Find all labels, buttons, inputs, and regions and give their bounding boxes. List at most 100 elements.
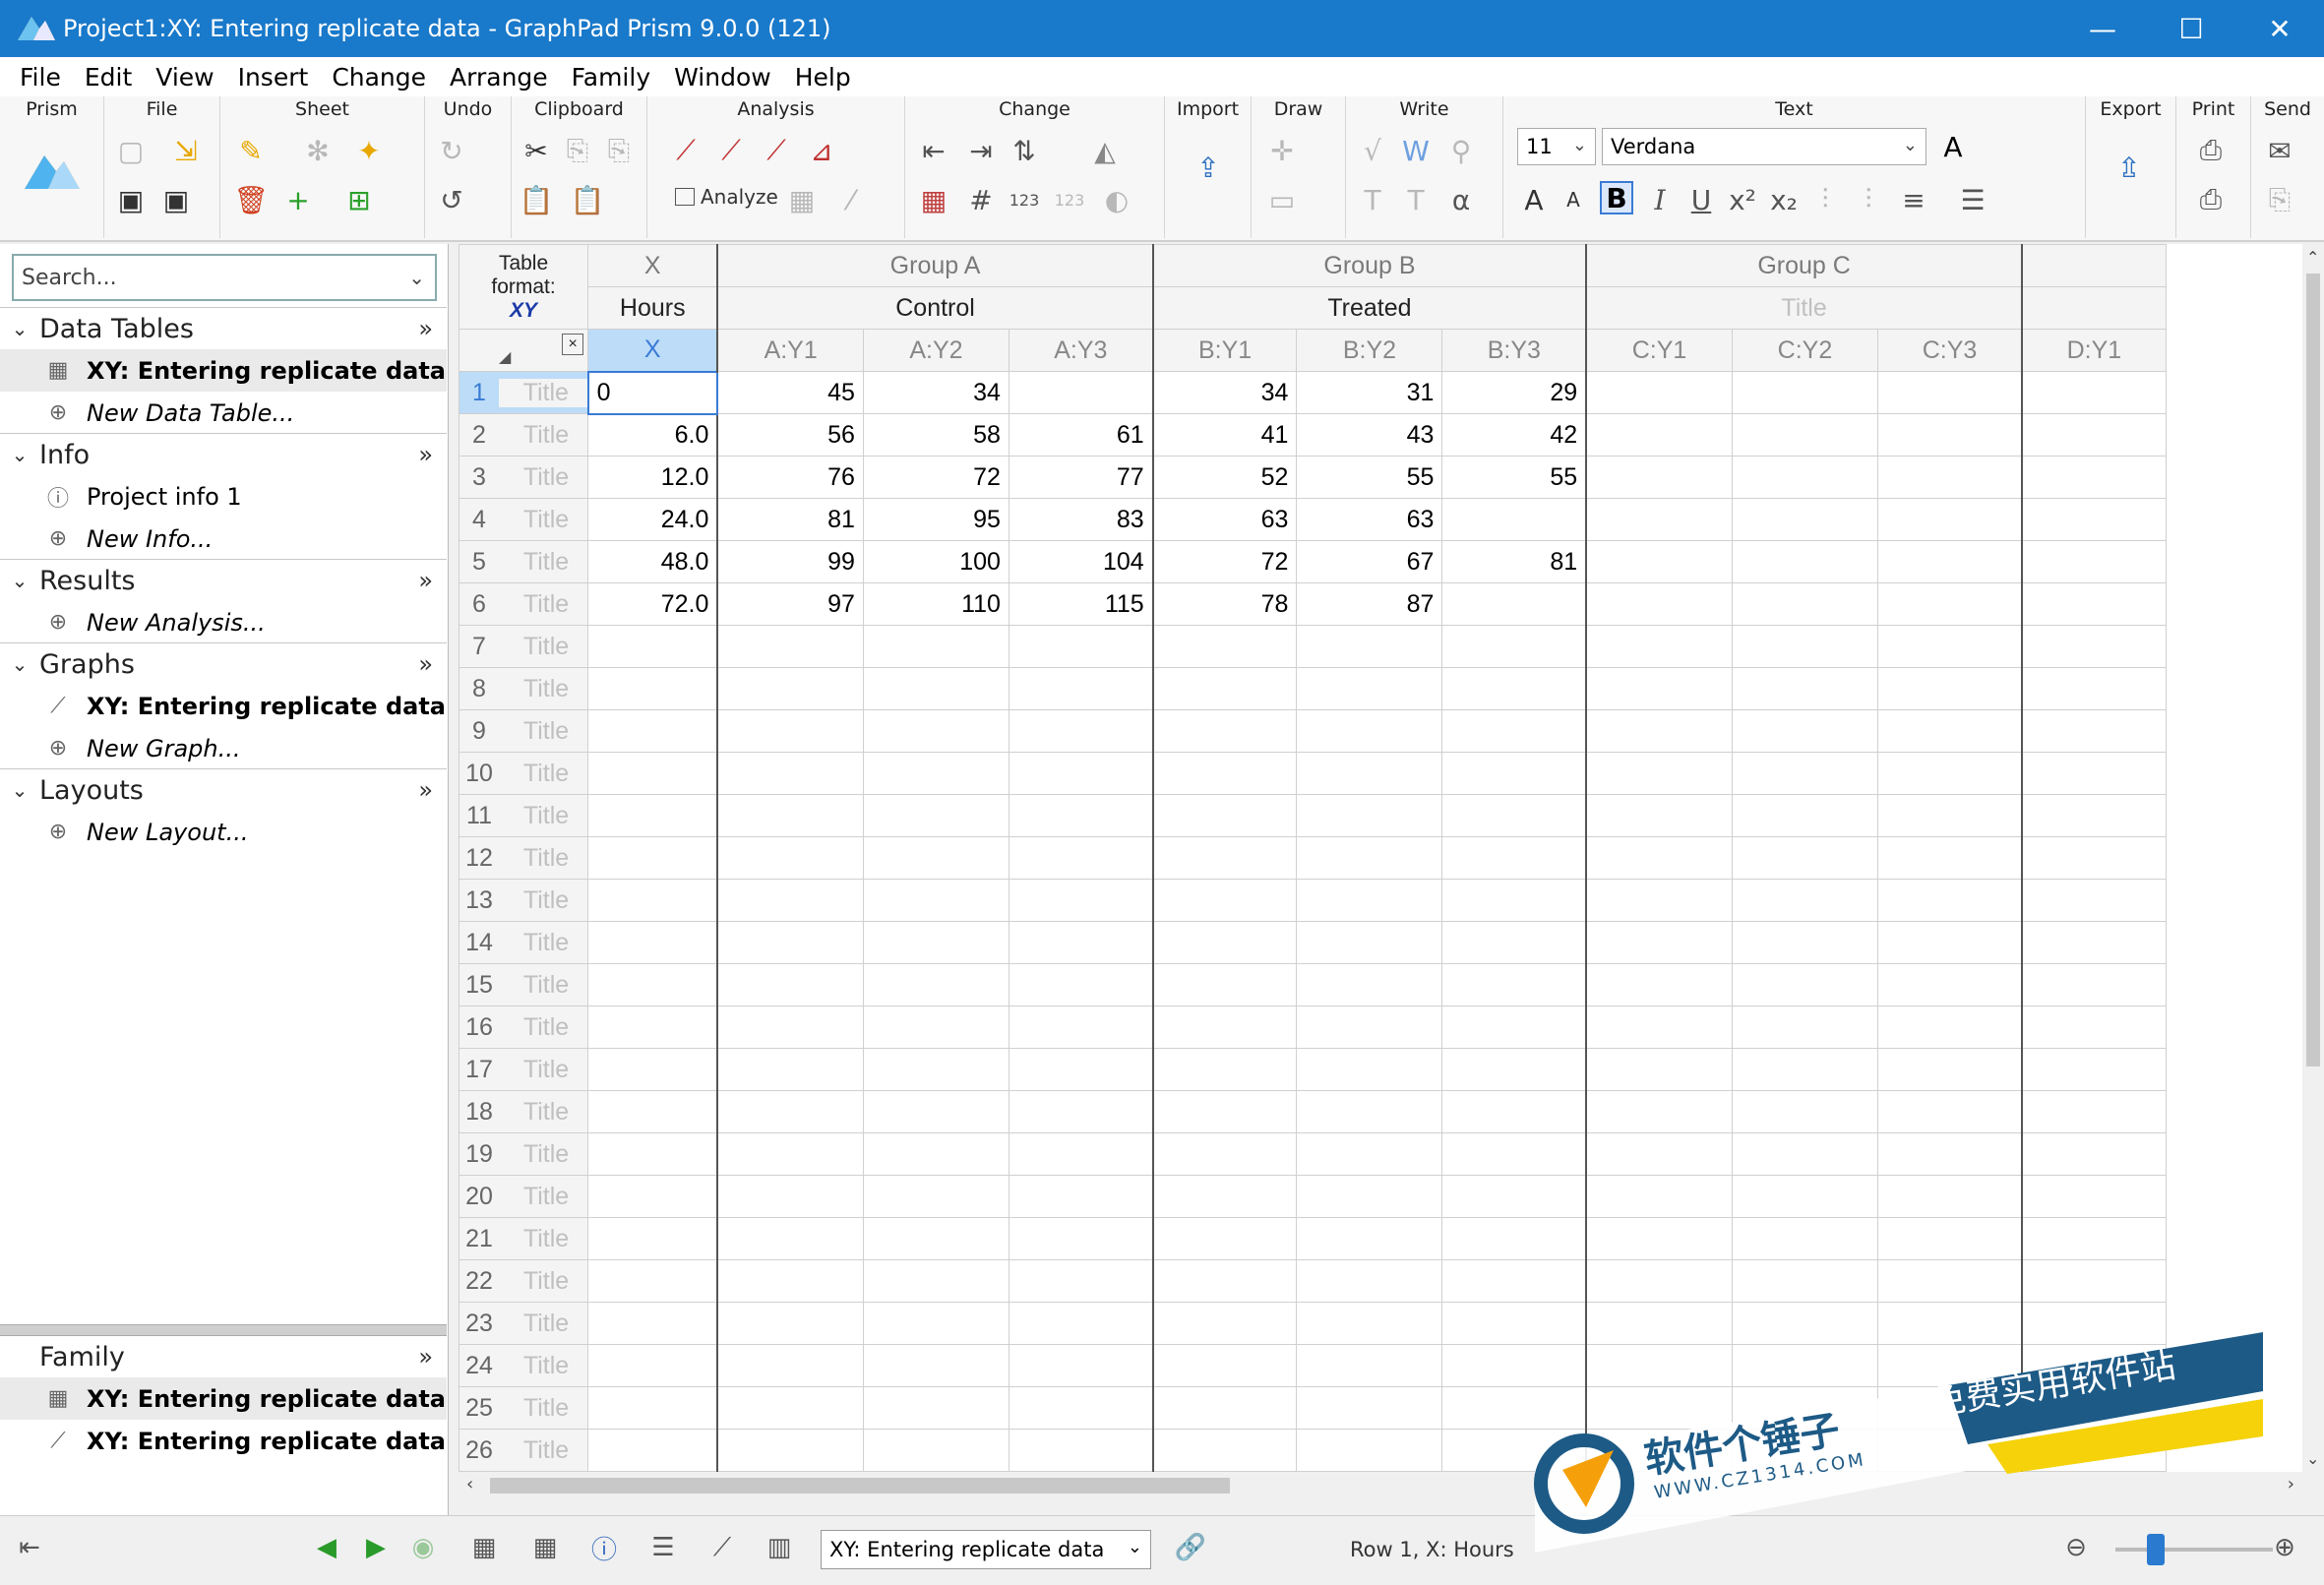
horizontal-scroll-thumb[interactable] — [490, 1478, 1230, 1494]
y-value-cell[interactable] — [862, 667, 1009, 710]
nav-item-new-analysis[interactable]: ⊕ New Analysis... — [0, 601, 447, 643]
row-header[interactable]: 23 Title — [459, 1302, 589, 1345]
y-value-cell[interactable]: 34 — [862, 371, 1009, 414]
column-header[interactable]: B:Y1 — [1151, 329, 1298, 372]
y-value-cell[interactable] — [1731, 1217, 1879, 1260]
group-title-cell[interactable] — [2020, 286, 2167, 330]
y-value-cell[interactable] — [716, 836, 864, 880]
fill-color-icon[interactable]: ◭ — [1088, 134, 1122, 167]
y-value-cell[interactable] — [1296, 1090, 1443, 1133]
row-title[interactable]: Title — [499, 1055, 587, 1084]
y-value-cell[interactable] — [1441, 582, 1587, 626]
y-value-cell[interactable] — [716, 1090, 864, 1133]
y-value-cell[interactable] — [716, 752, 864, 795]
x-value-cell[interactable] — [587, 794, 718, 837]
table-format-icon[interactable]: ▦ — [917, 183, 950, 216]
y-value-cell[interactable] — [1585, 794, 1733, 837]
menu-edit[interactable]: Edit — [73, 63, 144, 91]
bold-button[interactable]: B — [1600, 181, 1633, 214]
y-value-cell[interactable] — [1296, 667, 1443, 710]
y-value-cell[interactable] — [1296, 1217, 1443, 1260]
x-value-cell[interactable] — [587, 1302, 718, 1345]
insert-column-icon[interactable]: ⇥ — [964, 134, 998, 167]
decrease-font-icon[interactable]: A — [1557, 183, 1590, 216]
y-value-cell[interactable] — [1008, 1132, 1154, 1176]
subscript-button[interactable]: x₂ — [1767, 183, 1801, 216]
word-icon[interactable]: W — [1399, 134, 1433, 167]
sheet-data-icon[interactable]: ▦ — [464, 1528, 504, 1567]
y-value-cell[interactable] — [1877, 1175, 2023, 1218]
y-value-cell[interactable] — [1296, 836, 1443, 880]
draw-line-icon[interactable]: ✛ — [1265, 134, 1299, 167]
vertical-scroll-thumb[interactable] — [2306, 274, 2320, 1067]
y-value-cell[interactable] — [2020, 413, 2167, 457]
y-value-cell[interactable] — [2020, 540, 2167, 583]
search-input[interactable]: Search... ⌄ — [12, 254, 437, 301]
y-value-cell[interactable] — [862, 963, 1009, 1006]
row-header[interactable]: 2 Title — [459, 413, 589, 457]
prism-home-icon[interactable] — [22, 146, 83, 195]
y-value-cell[interactable] — [1731, 582, 1879, 626]
y-value-cell[interactable] — [1731, 794, 1879, 837]
x-value-cell[interactable] — [587, 1344, 718, 1387]
y-value-cell[interactable] — [1731, 498, 1879, 541]
y-value-cell[interactable] — [1877, 1217, 2023, 1260]
insert-row-icon[interactable]: ⇤ — [917, 134, 950, 167]
y-value-cell[interactable] — [1731, 625, 1879, 668]
y-value-cell[interactable] — [1008, 1386, 1154, 1430]
x-value-cell[interactable] — [587, 1217, 718, 1260]
y-value-cell[interactable]: 97 — [716, 582, 864, 626]
snowflake-icon[interactable]: ✻ — [301, 134, 335, 167]
section-header-results[interactable]: ⌄ Results » — [0, 560, 447, 601]
y-value-cell[interactable] — [2020, 1006, 2167, 1049]
y-value-cell[interactable] — [1441, 1175, 1587, 1218]
y-value-cell[interactable] — [1008, 1048, 1154, 1091]
y-value-cell[interactable]: 63 — [1296, 498, 1443, 541]
column-header[interactable]: A:Y2 — [862, 329, 1009, 372]
y-value-cell[interactable] — [2020, 456, 2167, 499]
y-value-cell[interactable] — [862, 1175, 1009, 1218]
y-value-cell[interactable] — [1151, 1217, 1298, 1260]
y-value-cell[interactable] — [862, 794, 1009, 837]
expand-icon[interactable]: » — [418, 441, 433, 468]
menu-change[interactable]: Change — [320, 63, 438, 91]
y-value-cell[interactable] — [862, 836, 1009, 880]
y-value-cell[interactable] — [1151, 709, 1298, 753]
column-header[interactable]: C:Y2 — [1731, 329, 1879, 372]
strike-number-icon[interactable]: 123 — [1053, 183, 1086, 216]
y-value-cell[interactable] — [1441, 879, 1587, 922]
y-value-cell[interactable]: 41 — [1151, 413, 1298, 457]
row-title[interactable]: Title — [499, 1266, 587, 1296]
y-value-cell[interactable]: 61 — [1008, 413, 1154, 457]
y-value-cell[interactable] — [2020, 709, 2167, 753]
row-header[interactable]: 12 Title — [459, 836, 589, 880]
y-value-cell[interactable] — [1008, 921, 1154, 964]
font-name-select[interactable]: Verdana ⌄ — [1602, 128, 1926, 165]
y-value-cell[interactable]: 55 — [1441, 456, 1587, 499]
y-value-cell[interactable] — [1441, 1006, 1587, 1049]
y-value-cell[interactable] — [1585, 1217, 1733, 1260]
section-header-graphs[interactable]: ⌄ Graphs » — [0, 643, 447, 685]
y-value-cell[interactable] — [2020, 498, 2167, 541]
x-value-cell[interactable] — [587, 1132, 718, 1176]
area-icon[interactable]: ⊿ — [805, 134, 838, 167]
sheet-selector[interactable]: XY: Entering replicate data ⌄ — [821, 1530, 1151, 1569]
x-value-cell[interactable] — [587, 1175, 718, 1218]
row-header[interactable]: 21 Title — [459, 1217, 589, 1260]
nav-item-graph[interactable]: ⟋ XY: Entering replicate data — [0, 685, 447, 727]
y-value-cell[interactable] — [1441, 498, 1587, 541]
undo-icon[interactable]: ↺ — [435, 183, 468, 216]
y-value-cell[interactable] — [1441, 921, 1587, 964]
row-title[interactable]: Title — [499, 1224, 587, 1253]
y-value-cell[interactable] — [1151, 1386, 1298, 1430]
x-value-cell[interactable]: 72.0 — [587, 582, 718, 626]
x-value-cell[interactable]: 24.0 — [587, 498, 718, 541]
y-value-cell[interactable] — [1877, 879, 2023, 922]
x-value-cell[interactable] — [587, 752, 718, 795]
y-value-cell[interactable] — [1585, 625, 1733, 668]
y-value-cell[interactable] — [1877, 1090, 2023, 1133]
group-title-cell[interactable]: Treated — [1151, 286, 1587, 330]
y-value-cell[interactable]: 81 — [1441, 540, 1587, 583]
y-value-cell[interactable] — [1008, 1302, 1154, 1345]
layout-view-icon[interactable]: ▥ — [760, 1528, 799, 1567]
